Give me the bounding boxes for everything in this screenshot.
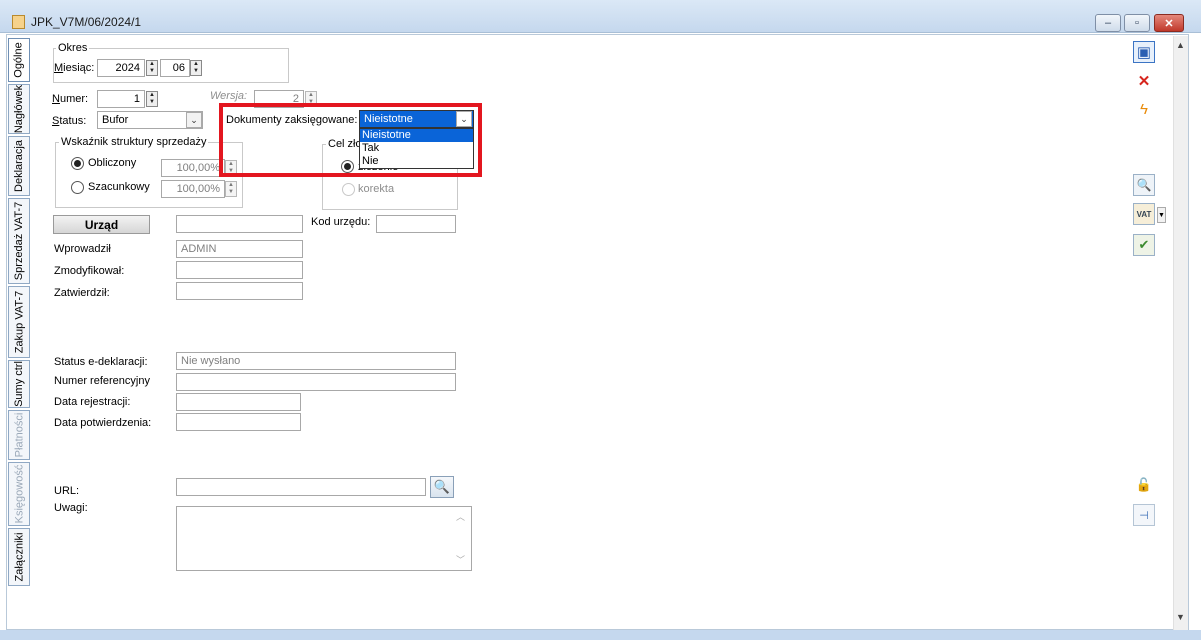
szacunkowy-field: 100,00% bbox=[161, 180, 225, 198]
tab-label: Załączniki bbox=[13, 532, 25, 582]
year-field[interactable]: 2024 bbox=[97, 59, 145, 77]
tab-sprzedaz-vat-7[interactable]: Sprzedaż VAT-7 bbox=[8, 198, 30, 284]
search-icon[interactable]: 🔍 bbox=[430, 476, 454, 498]
kod-urzedu-field[interactable] bbox=[376, 215, 456, 233]
data-potwierdzenia-label: Data potwierdzenia: bbox=[54, 417, 152, 429]
year-spinner[interactable]: ▲ ▼ bbox=[146, 60, 158, 76]
zatwierdzil-field bbox=[176, 282, 303, 300]
tab-label: Sprzedaż VAT-7 bbox=[13, 201, 25, 281]
tab-deklaracja[interactable]: Deklaracja bbox=[8, 136, 30, 196]
maximize-button[interactable]: ▫ bbox=[1124, 14, 1150, 32]
data-rejestracji-label: Data rejestracji: bbox=[54, 396, 131, 408]
lock-icon[interactable]: 🔓 bbox=[1133, 474, 1155, 496]
url-field[interactable] bbox=[176, 478, 426, 496]
window-frame-bottom bbox=[0, 630, 1201, 640]
highlight-box bbox=[219, 103, 482, 177]
tab-label: Sumy ctrl bbox=[13, 361, 25, 407]
tab-label: Zakup VAT-7 bbox=[13, 290, 25, 354]
tab-sumy-ctrl[interactable]: Sumy ctrl bbox=[8, 360, 30, 408]
numer-referencyjny-field bbox=[176, 373, 456, 391]
szacunkowy-spinner: ▲ ▼ bbox=[225, 181, 237, 197]
month-spinner[interactable]: ▲ ▼ bbox=[190, 60, 202, 76]
data-rejestracji-field bbox=[176, 393, 301, 411]
tab-naglowek[interactable]: Nagłówek bbox=[8, 84, 30, 134]
tab-platnosci[interactable]: Płatności bbox=[8, 410, 30, 460]
status-edeklaracji-label: Status e-deklaracji: bbox=[54, 356, 148, 368]
vat-icon[interactable]: VAT bbox=[1133, 203, 1155, 225]
save-icon[interactable]: ▣ bbox=[1133, 41, 1155, 63]
zmodyfikowal-label: Zmodyfikował: bbox=[54, 265, 125, 277]
status-label: Status: bbox=[52, 115, 87, 127]
zmodyfikowal-field bbox=[176, 261, 303, 279]
minimize-button[interactable]: ‒ bbox=[1095, 14, 1121, 32]
obliczony-radio[interactable] bbox=[71, 157, 84, 170]
lightning-icon[interactable]: ϟ bbox=[1133, 98, 1155, 120]
tab-label: Ogólne bbox=[13, 42, 26, 78]
miesiac-label: Miesiąc: bbox=[54, 62, 95, 74]
month-field[interactable]: 06 bbox=[160, 59, 190, 77]
window-title: JPK_V7M/06/2024/1 bbox=[31, 15, 142, 29]
numer-label: Numer: bbox=[52, 93, 89, 105]
numer-referencyjny-label: Numer referencyjny bbox=[54, 375, 150, 387]
tab-ksiegowosc[interactable]: Księgowość bbox=[8, 462, 30, 526]
tab-ogolne[interactable]: Ogólne bbox=[8, 38, 30, 82]
close-window-button[interactable]: ✕ bbox=[1154, 14, 1184, 32]
tab-zalaczniki[interactable]: Załączniki bbox=[8, 528, 30, 586]
wskaznik-legend: Wskaźnik struktury sprzedaży bbox=[59, 136, 209, 148]
scroll-up-icon[interactable]: ▲ bbox=[1176, 40, 1185, 50]
obliczony-label: Obliczony bbox=[88, 157, 137, 169]
wprowadzil-label: Wprowadził bbox=[54, 243, 111, 255]
numer-spinner[interactable]: ▲ ▼ bbox=[146, 91, 158, 107]
vertical-scrollbar[interactable] bbox=[1173, 36, 1188, 630]
preview-icon[interactable]: 🔍 bbox=[1133, 174, 1155, 196]
zatwierdzil-label: Zatwierdził: bbox=[54, 287, 110, 299]
urzad-button[interactable]: Urząd bbox=[53, 215, 150, 234]
uwagi-label: Uwagi: bbox=[54, 502, 88, 514]
scroll-down-icon[interactable]: ▼ bbox=[1176, 612, 1185, 622]
korekta-label: korekta bbox=[358, 183, 395, 195]
chevron-down-icon[interactable]: ▼ bbox=[1157, 207, 1166, 223]
wersja-label: Wersja: bbox=[210, 90, 248, 102]
wprowadzil-field: ADMIN bbox=[176, 240, 303, 258]
url-label: URL: bbox=[54, 485, 80, 497]
chevron-down-icon[interactable]: ﹀ bbox=[456, 553, 465, 566]
szacunkowy-radio[interactable] bbox=[71, 181, 84, 194]
approve-icon[interactable]: ✔ bbox=[1133, 234, 1155, 256]
kod-urzedu-label: Kod urzędu: bbox=[311, 216, 371, 228]
tab-label: Płatności bbox=[13, 412, 26, 458]
uwagi-textarea[interactable] bbox=[176, 506, 472, 571]
pin-icon[interactable]: ⊣ bbox=[1133, 504, 1155, 526]
tab-label: Księgowość bbox=[13, 464, 26, 524]
numer-field[interactable]: 1 bbox=[97, 90, 145, 108]
szacunkowy-label: Szacunkowy bbox=[88, 181, 150, 193]
tab-zakup-vat-7[interactable]: Zakup VAT-7 bbox=[8, 286, 30, 358]
tab-label: Deklaracja bbox=[13, 140, 25, 192]
korekta-radio[interactable] bbox=[342, 183, 355, 196]
chevron-up-icon[interactable]: ︿ bbox=[456, 510, 465, 523]
urzad-field[interactable] bbox=[176, 215, 303, 233]
document-icon bbox=[12, 15, 25, 29]
status-edeklaracji-field: Nie wysłano bbox=[176, 352, 456, 370]
title-bar bbox=[0, 0, 1201, 33]
obliczony-field: 100,00% bbox=[161, 159, 225, 177]
data-potwierdzenia-field bbox=[176, 413, 301, 431]
okres-legend: Okres bbox=[56, 42, 90, 54]
chevron-down-icon[interactable]: ⌄ bbox=[186, 112, 202, 128]
tab-label: Nagłówek bbox=[13, 84, 25, 134]
close-icon[interactable]: ✕ bbox=[1133, 70, 1155, 92]
